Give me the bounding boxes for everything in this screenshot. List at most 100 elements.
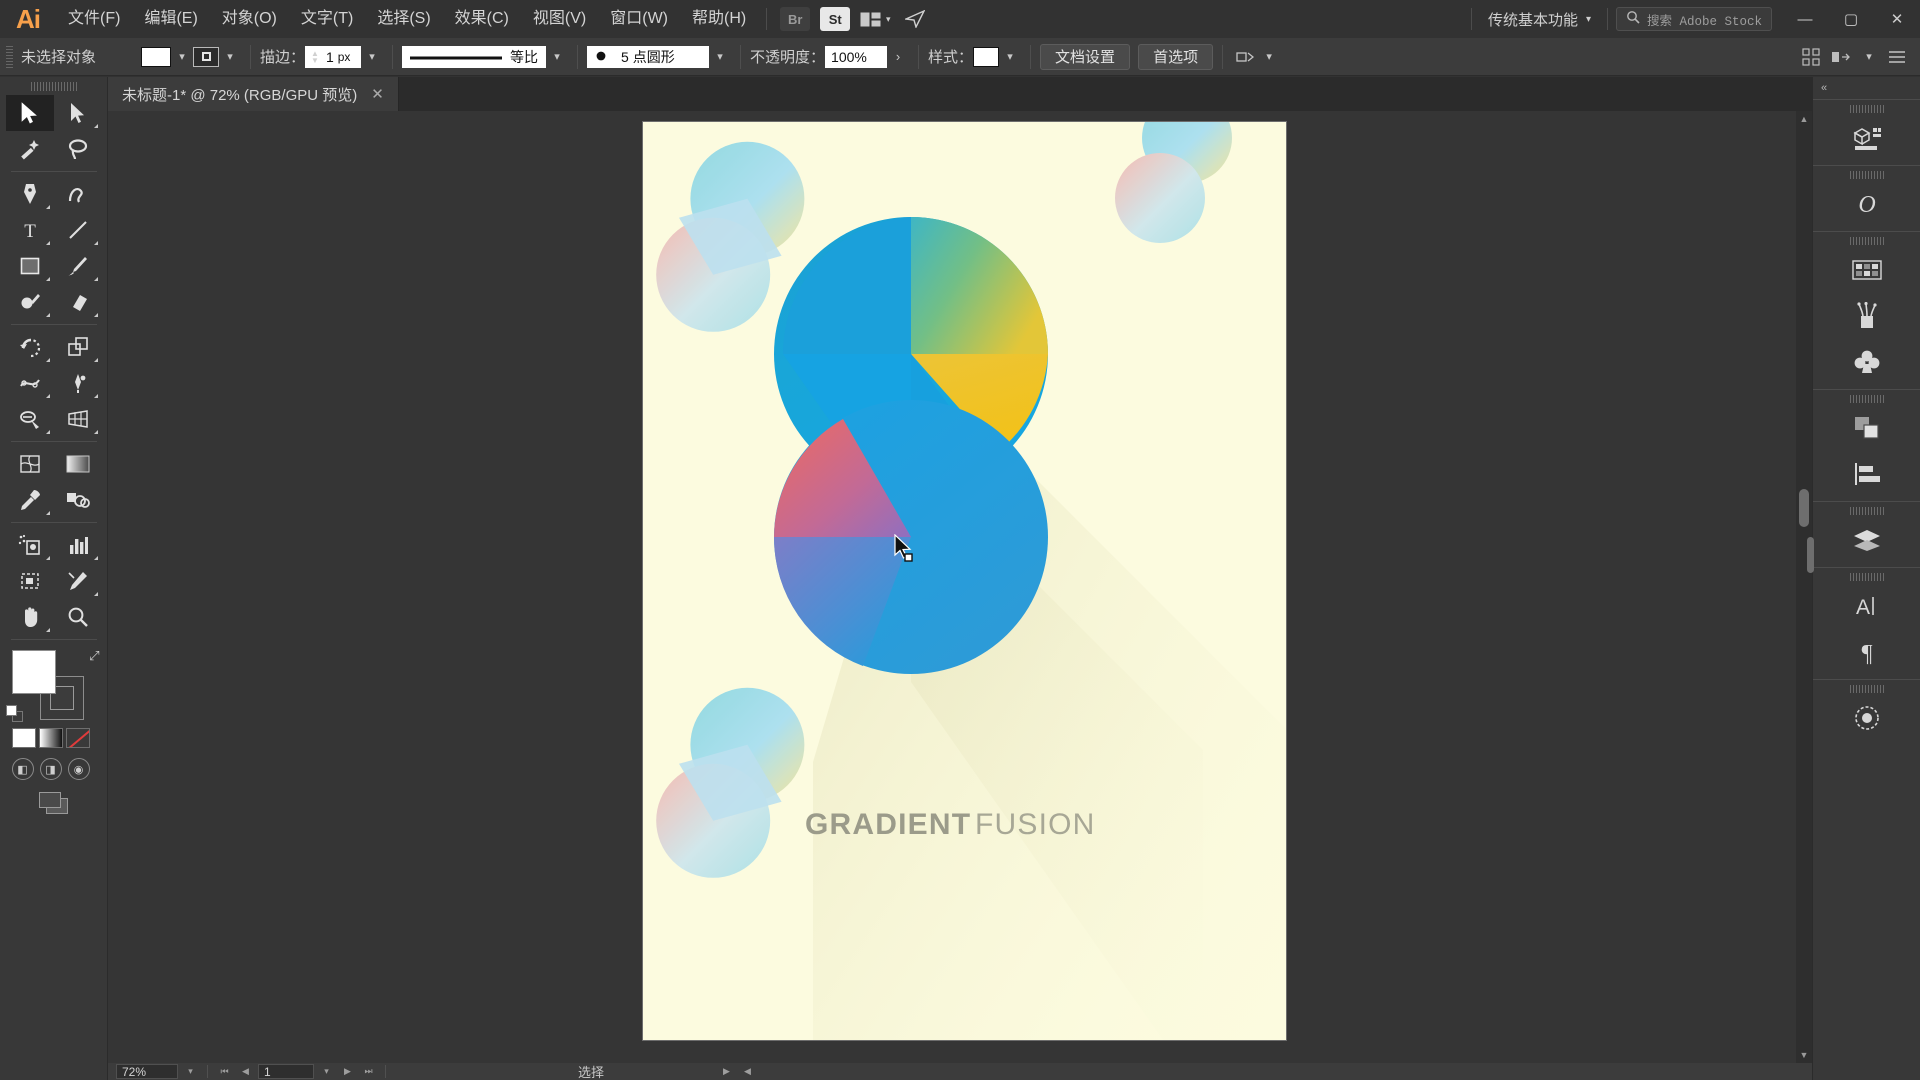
tools-panel-grip[interactable] [30,82,77,91]
dock-group-grip[interactable] [1849,171,1884,179]
brushes-panel-icon[interactable] [1813,293,1920,339]
scale-tool[interactable] [54,329,102,365]
swap-fill-stroke-icon[interactable]: ⤢ [89,648,99,664]
dock-group-grip[interactable] [1849,395,1884,403]
stroke-weight-input[interactable]: ▲ ▼ 1 px [305,45,362,68]
gradient-tool[interactable] [54,446,102,482]
color-fill-button[interactable] [11,728,36,748]
free-transform-tool[interactable] [54,365,102,401]
lasso-tool[interactable] [54,131,102,167]
menu-window[interactable]: 窗口(W) [598,0,680,38]
transform-each-dropdown-icon[interactable]: ▾ [1858,46,1880,68]
mesh-tool[interactable] [6,446,54,482]
stroke-profile-select[interactable]: 等比 [402,45,547,68]
dock-group-grip[interactable] [1849,507,1884,515]
artboard[interactable]: GRADIENT FUSION [643,122,1286,1040]
column-graph-tool[interactable] [54,527,102,563]
style-dropdown-icon[interactable]: ▾ [999,46,1021,68]
stroke-profile-dropdown-icon[interactable]: ▾ [546,46,568,68]
libraries-panel-icon[interactable] [1813,115,1920,161]
fill-dropdown-icon[interactable]: ▾ [171,46,193,68]
artboard-tool[interactable] [6,563,54,599]
rotate-tool[interactable] [6,329,54,365]
zoom-level-input[interactable]: 72% [116,1064,178,1079]
brush-definition-select[interactable]: 5 点圆形 [587,45,710,68]
close-button[interactable]: ✕ [1874,0,1920,38]
layers-panel-icon[interactable] [1813,517,1920,563]
swatches-panel-icon[interactable] [1813,247,1920,293]
dock-scroll-thumb[interactable] [1807,537,1814,573]
status-expand-icon[interactable]: ▶ [718,1064,735,1079]
menu-help[interactable]: 帮助(H) [680,0,758,38]
arrange-documents-icon[interactable]: ▾ [858,6,892,32]
draw-inside-button[interactable]: ◉ [67,758,90,780]
dock-group-grip[interactable] [1849,573,1884,581]
bridge-icon[interactable]: Br [780,7,811,31]
menu-file[interactable]: 文件(F) [56,0,132,38]
transform-each-icon[interactable] [1828,45,1854,69]
dock-group-grip[interactable] [1849,237,1884,245]
scroll-down-icon[interactable]: ▼ [1796,1047,1812,1063]
screen-mode-button[interactable] [38,792,69,816]
menu-view[interactable]: 视图(V) [521,0,598,38]
transform-dropdown-icon[interactable]: ▾ [1258,46,1280,68]
paintbrush-tool[interactable] [54,248,102,284]
stock-icon[interactable]: St [820,7,851,31]
perspective-grid-tool[interactable] [54,401,102,437]
artboard-dropdown-icon[interactable]: ▾ [318,1064,335,1079]
rectangle-tool[interactable] [6,248,54,284]
graphic-style-swatch[interactable] [973,46,1000,67]
prev-artboard-button[interactable]: ◀ [237,1064,254,1079]
control-bar-grip[interactable] [6,45,13,68]
zoom-tool[interactable] [54,599,102,635]
default-fill-stroke-icon[interactable] [5,705,23,722]
close-icon[interactable]: ✕ [371,85,384,103]
line-segment-tool[interactable] [54,212,102,248]
transform-icon[interactable] [1232,45,1258,69]
next-artboard-button[interactable]: ▶ [339,1064,356,1079]
blend-tool[interactable] [54,482,102,518]
first-artboard-button[interactable]: ⏮ [216,1064,233,1079]
menu-edit[interactable]: 编辑(E) [132,0,209,38]
zoom-dropdown-icon[interactable]: ▾ [182,1064,199,1079]
draw-normal-button[interactable]: ◧ [11,758,34,780]
expand-panels-button[interactable]: « [1813,77,1920,99]
canvas-scroll-thumb[interactable] [1799,489,1809,527]
pathfinder-panel-icon[interactable] [1813,405,1920,451]
symbol-sprayer-tool[interactable] [6,527,54,563]
stroke-weight-stepper[interactable]: ▲ ▼ [311,49,319,64]
share-icon[interactable] [898,6,932,32]
none-fill-button[interactable] [65,728,90,748]
width-tool[interactable] [6,365,54,401]
symbols-panel-icon[interactable] [1813,339,1920,385]
stroke-dropdown-icon[interactable]: ▾ [219,46,241,68]
magic-wand-tool[interactable] [6,131,54,167]
character-panel-icon[interactable]: A [1813,583,1920,629]
scroll-up-icon[interactable]: ▲ [1796,111,1812,127]
maximize-button[interactable]: ▢ [1828,0,1874,38]
selection-tool[interactable] [5,95,54,131]
canvas-area[interactable]: GRADIENT FUSION ▲ ▼ [108,111,1812,1063]
menu-type[interactable]: 文字(T) [289,0,365,38]
brush-definition-dropdown-icon[interactable]: ▾ [709,46,731,68]
fill-color-indicator[interactable] [11,650,56,694]
last-artboard-button[interactable]: ⏭ [360,1064,377,1079]
eraser-tool[interactable] [54,284,102,320]
menu-effect[interactable]: 效果(C) [443,0,521,38]
type-tool[interactable]: T [6,212,54,248]
appearance-panel-icon[interactable] [1813,695,1920,741]
align-panel-icon[interactable] [1813,451,1920,497]
shape-builder-tool[interactable] [6,401,54,437]
stock-search-input[interactable]: 搜索 Adobe Stock [1615,7,1772,31]
document-setup-button[interactable]: 文档设置 [1040,43,1131,70]
gradient-fill-button[interactable] [38,728,63,748]
minimize-button[interactable]: — [1782,0,1828,38]
align-panel-icon[interactable] [1798,45,1824,69]
dock-group-grip[interactable] [1849,685,1884,693]
direct-selection-tool[interactable] [54,95,102,131]
eyedropper-tool[interactable] [6,482,54,518]
opacity-expand-icon[interactable]: › [887,46,909,68]
pen-tool[interactable] [6,176,54,212]
fill-color-swatch[interactable] [141,46,171,67]
opacity-input[interactable]: 100% [825,45,888,68]
